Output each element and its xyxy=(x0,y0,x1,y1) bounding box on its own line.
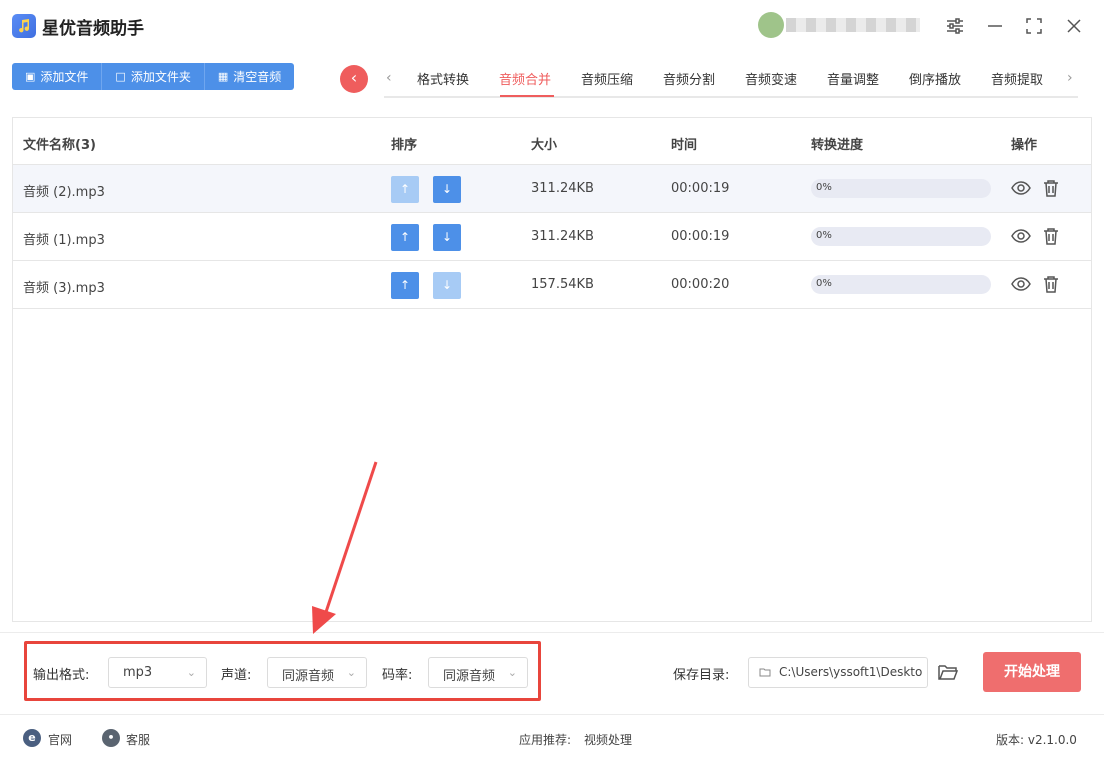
minimize-icon[interactable] xyxy=(983,14,1007,38)
header-size: 大小 xyxy=(531,138,558,153)
move-down-button[interactable]: ↓ xyxy=(433,176,461,203)
add-folder-label: 添加文件夹 xyxy=(130,70,191,84)
tab-audio-extract[interactable]: 音频提取 xyxy=(991,69,1043,88)
save-directory-input[interactable]: C:\Users\yssoft1\Desktop xyxy=(748,657,928,688)
app-logo-icon xyxy=(12,14,36,38)
title-bar: 星优音频助手 xyxy=(0,0,1104,52)
file-size: 311.24KB xyxy=(531,229,594,244)
tab-reverse-play[interactable]: 倒序播放 xyxy=(909,69,961,88)
tabs-next-icon[interactable]: › xyxy=(1067,70,1073,86)
close-icon[interactable] xyxy=(1062,14,1086,38)
save-directory-path: C:\Users\yssoft1\Desktop xyxy=(779,665,923,679)
progress-text: 0% xyxy=(816,230,832,241)
arrow-down-icon: ↓ xyxy=(441,278,453,292)
save-directory-label: 保存目录: xyxy=(673,668,730,683)
open-folder-icon[interactable] xyxy=(936,660,960,684)
function-tabs: ‹ 格式转换 音频合并 音频压缩 音频分割 音频变速 音量调整 倒序播放 音频提… xyxy=(384,62,1078,98)
conversion-progress-bar: 0% xyxy=(811,227,991,246)
conversion-progress-bar: 0% xyxy=(811,179,991,198)
folder-icon xyxy=(759,666,771,682)
arrow-down-icon: ↓ xyxy=(441,182,453,196)
preview-eye-icon[interactable] xyxy=(1010,273,1032,295)
arrow-down-icon: ↓ xyxy=(441,230,453,244)
conversion-progress-bar: 0% xyxy=(811,275,991,294)
trash-icon: ▦ xyxy=(217,70,229,83)
arrow-up-icon: ↑ xyxy=(399,182,411,196)
collapse-left-button[interactable]: ‹ xyxy=(340,65,368,93)
chat-bubble-icon[interactable]: • xyxy=(102,729,120,747)
recommend-label: 应用推荐: xyxy=(519,733,572,747)
tab-volume-adjust[interactable]: 音量调整 xyxy=(827,69,879,88)
move-up-button[interactable]: ↑ xyxy=(391,272,419,299)
table-header: 文件名称(3) 排序 大小 时间 转换进度 操作 xyxy=(13,118,1091,165)
header-actions: 操作 xyxy=(1011,138,1038,153)
delete-trash-icon[interactable] xyxy=(1040,273,1062,295)
chevron-left-icon: ‹ xyxy=(350,68,358,87)
file-duration: 00:00:20 xyxy=(671,277,730,292)
file-duration: 00:00:19 xyxy=(671,229,730,244)
file-name: 音频 (2).mp3 xyxy=(23,185,105,200)
delete-trash-icon[interactable] xyxy=(1040,225,1062,247)
app-title: 星优音频助手 xyxy=(42,19,144,39)
arrow-up-icon: ↑ xyxy=(399,230,411,244)
file-name: 音频 (1).mp3 xyxy=(23,233,105,248)
username-blurred[interactable] xyxy=(786,18,920,32)
website-link[interactable]: 官网 xyxy=(48,731,72,748)
website-e-icon[interactable]: e xyxy=(23,729,41,747)
header-progress: 转换进度 xyxy=(811,138,864,153)
preview-eye-icon[interactable] xyxy=(1010,177,1032,199)
tab-audio-merge[interactable]: 音频合并 xyxy=(499,69,551,88)
user-avatar[interactable] xyxy=(758,12,784,38)
active-tab-indicator xyxy=(500,95,554,97)
clear-audio-label: 清空音频 xyxy=(233,70,282,84)
move-down-button[interactable]: ↓ xyxy=(433,272,461,299)
folder-icon: □ xyxy=(115,70,126,83)
tab-audio-split[interactable]: 音频分割 xyxy=(663,69,715,88)
annotation-highlight-box xyxy=(24,641,541,701)
settings-sliders-icon[interactable] xyxy=(943,14,967,38)
move-up-button[interactable]: ↑ xyxy=(391,224,419,251)
support-link[interactable]: 客服 xyxy=(126,731,150,748)
file-size: 157.54KB xyxy=(531,277,594,292)
header-name: 文件名称(3) xyxy=(23,138,96,153)
tab-audio-speed[interactable]: 音频变速 xyxy=(745,69,797,88)
version-text: 版本: v2.1.0.0 xyxy=(996,733,1077,747)
file-toolbar: ▣ 添加文件 □ 添加文件夹 ▦ 清空音频 xyxy=(12,63,295,90)
file-icon: ▣ xyxy=(25,70,36,83)
add-file-button[interactable]: ▣ 添加文件 xyxy=(12,63,103,90)
preview-eye-icon[interactable] xyxy=(1010,225,1032,247)
tabs-prev-icon[interactable]: ‹ xyxy=(386,70,392,86)
move-up-button[interactable]: ↑ xyxy=(391,176,419,203)
move-down-button[interactable]: ↓ xyxy=(433,224,461,251)
file-duration: 00:00:19 xyxy=(671,181,730,196)
recommend-video-link[interactable]: 视频处理 xyxy=(584,731,632,748)
file-table: 文件名称(3) 排序 大小 时间 转换进度 操作 音频 (2).mp3 ↑ ↓ … xyxy=(12,117,1092,622)
tab-format-convert[interactable]: 格式转换 xyxy=(417,69,469,88)
progress-text: 0% xyxy=(816,278,832,289)
file-size: 311.24KB xyxy=(531,181,594,196)
start-processing-button[interactable]: 开始处理 xyxy=(983,652,1081,692)
add-folder-button[interactable]: □ 添加文件夹 xyxy=(102,63,205,90)
header-time: 时间 xyxy=(671,138,698,153)
add-file-label: 添加文件 xyxy=(40,70,89,84)
delete-trash-icon[interactable] xyxy=(1040,177,1062,199)
header-sort: 排序 xyxy=(391,138,418,153)
file-name: 音频 (3).mp3 xyxy=(23,281,105,296)
maximize-icon[interactable] xyxy=(1022,14,1046,38)
table-row[interactable]: 音频 (2).mp3 ↑ ↓ 311.24KB 00:00:19 0% xyxy=(13,165,1091,213)
table-row[interactable]: 音频 (3).mp3 ↑ ↓ 157.54KB 00:00:20 0% xyxy=(13,261,1091,309)
table-row[interactable]: 音频 (1).mp3 ↑ ↓ 311.24KB 00:00:19 0% xyxy=(13,213,1091,261)
clear-audio-button[interactable]: ▦ 清空音频 xyxy=(204,63,295,90)
tab-audio-compress[interactable]: 音频压缩 xyxy=(581,69,633,88)
arrow-up-icon: ↑ xyxy=(399,278,411,292)
progress-text: 0% xyxy=(816,182,832,193)
